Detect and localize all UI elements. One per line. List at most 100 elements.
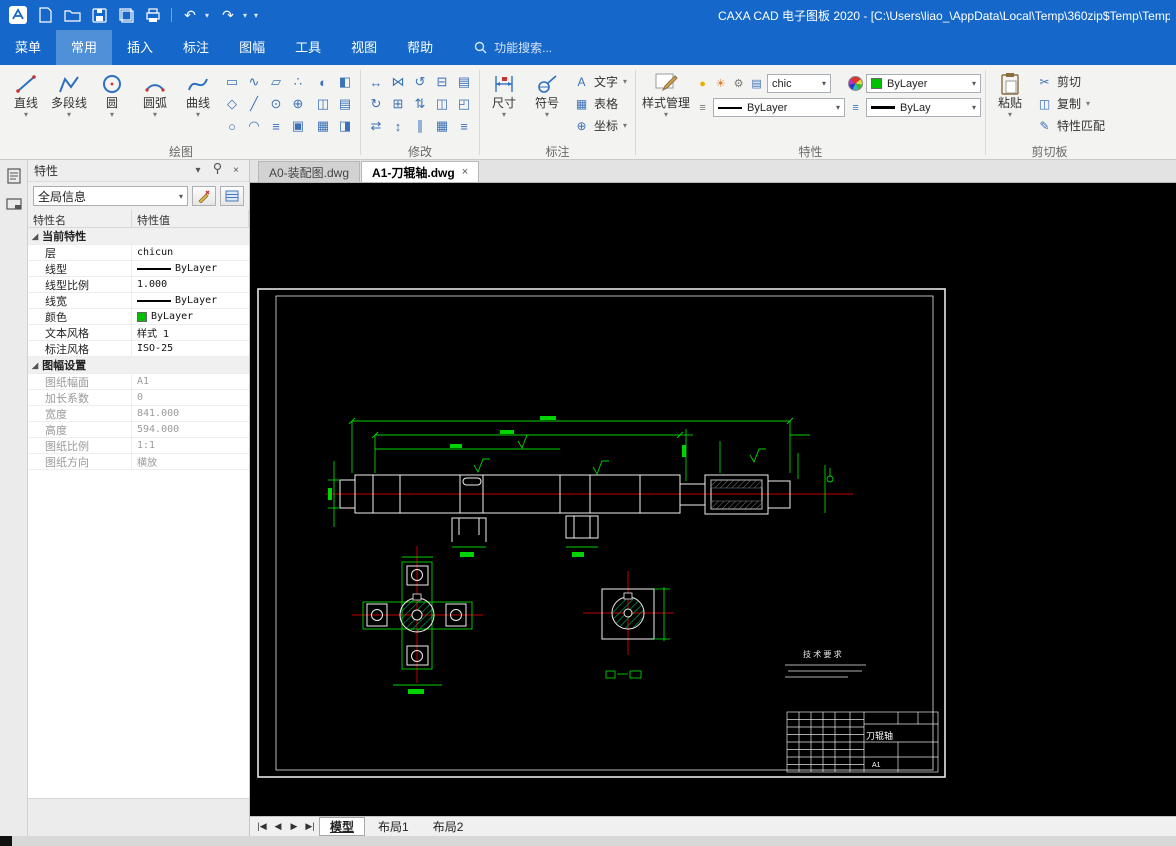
- rotate-ccw-tool-icon[interactable]: ↺: [409, 71, 431, 93]
- corner-tool-icon[interactable]: ◰: [453, 93, 475, 115]
- parallelogram-tool-icon[interactable]: ▱: [265, 71, 287, 93]
- color-select[interactable]: ByLayer ▾: [866, 74, 982, 93]
- block-tool-icon[interactable]: ◨: [334, 115, 356, 137]
- property-row-dim-style[interactable]: 标注风格 ISO-25: [28, 341, 249, 357]
- prev-layout-icon[interactable]: ◀: [271, 821, 285, 832]
- arc2-tool-icon[interactable]: ◠: [243, 115, 265, 137]
- layer-freeze-icon[interactable]: ☀: [713, 76, 728, 91]
- move-tool-icon[interactable]: ↔: [365, 71, 387, 93]
- property-row-orientation[interactable]: 图纸方向 横放: [28, 454, 249, 470]
- property-group-sheet[interactable]: ◢ 图幅设置: [28, 357, 249, 374]
- pick-list-button[interactable]: [220, 186, 244, 206]
- offset-tool-icon[interactable]: ∥: [409, 115, 431, 137]
- layout-tab-model[interactable]: 模型: [319, 817, 366, 836]
- function-search[interactable]: 功能搜索...: [474, 39, 552, 56]
- menu-tab-view[interactable]: 视图: [336, 30, 392, 65]
- rows-tool-icon[interactable]: ▤: [334, 93, 356, 115]
- center-mark-tool-icon[interactable]: ⊕: [287, 93, 309, 115]
- halfcircle-tool-icon[interactable]: ◐: [312, 71, 334, 93]
- rectangle-tool-icon[interactable]: ▭: [221, 71, 243, 93]
- sheet-palette-icon[interactable]: [4, 194, 24, 214]
- menu-tab-annotate[interactable]: 标注: [168, 30, 224, 65]
- color-wheel-icon[interactable]: [848, 76, 864, 91]
- property-row-lengthen-factor[interactable]: 加长系数 0: [28, 390, 249, 406]
- ellipse-tool-icon[interactable]: ○: [221, 115, 243, 137]
- quick-access-customize-icon[interactable]: ▾: [254, 11, 262, 20]
- property-row-linetype[interactable]: 线型 ByLayer: [28, 261, 249, 277]
- undo-dropdown-icon[interactable]: ▾: [205, 11, 213, 20]
- redo-dropdown-icon[interactable]: ▾: [243, 11, 251, 20]
- rotate-tool-icon[interactable]: ↻: [365, 93, 387, 115]
- redo-icon[interactable]: ↷: [216, 4, 240, 26]
- property-group-current[interactable]: ◢ 当前特性: [28, 228, 249, 245]
- close-panel-icon[interactable]: ×: [229, 165, 243, 176]
- layer-lock-icon[interactable]: ⚙: [731, 76, 746, 91]
- save-icon[interactable]: [87, 4, 111, 26]
- point-tool-icon[interactable]: ⊙: [265, 93, 287, 115]
- text-tool-button[interactable]: A 文字 ▾: [570, 71, 631, 92]
- menu-tab-menu[interactable]: 菜单: [0, 30, 56, 65]
- hatch-lines-tool-icon[interactable]: ≡: [265, 115, 287, 137]
- join-tool-icon[interactable]: ⋈: [387, 71, 409, 93]
- property-row-lineweight[interactable]: 线宽 ByLayer: [28, 293, 249, 309]
- half-fill-tool-icon[interactable]: ◧: [334, 71, 356, 93]
- swap-tool-icon[interactable]: ⇅: [409, 93, 431, 115]
- segment-tool-icon[interactable]: ╱: [243, 93, 265, 115]
- rows2-tool-icon[interactable]: ▤: [453, 71, 475, 93]
- layer-on-icon[interactable]: ●: [695, 76, 710, 91]
- property-row-linetype-scale[interactable]: 线型比例 1.000: [28, 277, 249, 293]
- menu-tab-help[interactable]: 帮助: [392, 30, 448, 65]
- menu-tab-sheet[interactable]: 图幅: [224, 30, 280, 65]
- grid-tool-icon[interactable]: ▦: [431, 115, 453, 137]
- layout-tab-layout2[interactable]: 布局2: [422, 817, 475, 836]
- property-row-width[interactable]: 宽度 841.000: [28, 406, 249, 422]
- stretch-tool-icon[interactable]: ↕: [387, 115, 409, 137]
- layout-tab-layout1[interactable]: 布局1: [367, 817, 420, 836]
- trim-tool-icon[interactable]: ⊟: [431, 71, 453, 93]
- clear-selection-button[interactable]: [192, 186, 216, 206]
- layer-print-icon[interactable]: ▤: [749, 76, 764, 91]
- print-icon[interactable]: [141, 4, 165, 26]
- style-manager-button[interactable]: 样式管理 ▾: [640, 69, 692, 119]
- property-row-color[interactable]: 颜色 ByLayer: [28, 309, 249, 325]
- open-file-icon[interactable]: [60, 4, 84, 26]
- property-row-layer[interactable]: 层 chicun: [28, 245, 249, 261]
- arc-tool-button[interactable]: 圆弧 ▾: [135, 69, 175, 119]
- mirror-tool-icon[interactable]: ⇄: [365, 115, 387, 137]
- lineweight-list-icon[interactable]: ≡: [848, 100, 863, 115]
- menu-tab-home[interactable]: 常用: [56, 30, 113, 65]
- last-layout-icon[interactable]: ▶|: [303, 821, 317, 832]
- panel-menu-icon[interactable]: ▾: [191, 165, 205, 176]
- line-tool-button[interactable]: 直线 ▾: [6, 69, 46, 119]
- spline-tool-button[interactable]: 曲线 ▾: [178, 69, 218, 119]
- cut-button[interactable]: ✂ 剪切: [1033, 71, 1109, 92]
- polyline-tool-button[interactable]: 多段线 ▾: [49, 69, 89, 119]
- paste-button[interactable]: 粘贴 ▾: [990, 69, 1030, 119]
- fill-tool-icon[interactable]: ▣: [287, 115, 309, 137]
- copy-tool-icon[interactable]: ◫: [431, 93, 453, 115]
- symbol-tool-button[interactable]: 符号 ▾: [527, 69, 567, 119]
- property-row-scale[interactable]: 图纸比例 1:1: [28, 438, 249, 454]
- property-row-sheet-size[interactable]: 图纸幅面 A1: [28, 374, 249, 390]
- doc-tab-assembly[interactable]: A0-装配图.dwg: [258, 161, 361, 182]
- next-layout-icon[interactable]: ▶: [287, 821, 301, 832]
- undo-icon[interactable]: ↶: [178, 4, 202, 26]
- properties-filter-select[interactable]: 全局信息 ▾: [33, 186, 188, 206]
- properties-palette-icon[interactable]: [4, 166, 24, 186]
- property-row-text-style[interactable]: 文本风格 样式 1: [28, 325, 249, 341]
- layer-select[interactable]: chic ▾: [767, 74, 832, 93]
- cad-canvas[interactable]: 技 术 要 求 刀辊轴 A1: [250, 183, 1176, 816]
- list-tool-icon[interactable]: ≡: [453, 115, 475, 137]
- lineweight-select[interactable]: ByLay ▾: [866, 98, 982, 117]
- dimension-tool-button[interactable]: 尺寸 ▾: [484, 69, 524, 119]
- copy-shape-tool-icon[interactable]: ◫: [312, 93, 334, 115]
- doc-tab-knife-roller-shaft[interactable]: A1-刀辊轴.dwg ×: [361, 161, 480, 182]
- save-all-icon[interactable]: [114, 4, 138, 26]
- polygon-tool-icon[interactable]: ◇: [221, 93, 243, 115]
- close-tab-icon[interactable]: ×: [462, 166, 468, 178]
- property-row-height[interactable]: 高度 594.000: [28, 422, 249, 438]
- match-properties-button[interactable]: ✎ 特性匹配: [1033, 115, 1109, 136]
- table-tool-icon[interactable]: ▦: [312, 115, 334, 137]
- array-tool-icon[interactable]: ⊞: [387, 93, 409, 115]
- new-file-icon[interactable]: [33, 4, 57, 26]
